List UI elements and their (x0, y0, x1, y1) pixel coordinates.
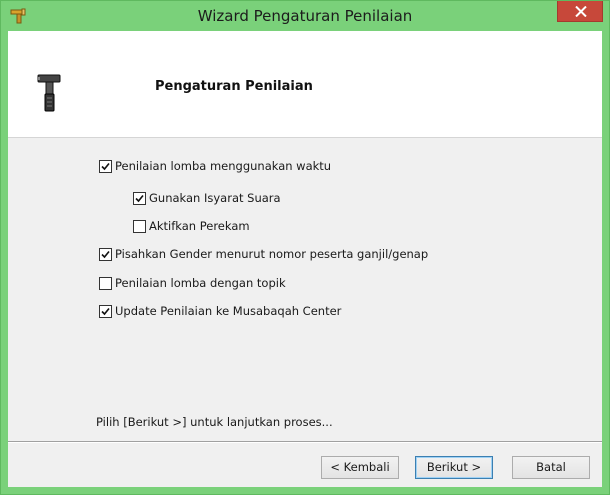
option-timed-judging[interactable]: Penilaian lomba menggunakan waktu (99, 158, 331, 174)
footer-divider (8, 441, 602, 443)
title-bar[interactable]: Wizard Pengaturan Penilaian (1, 1, 609, 31)
check-icon (101, 307, 110, 315)
wizard-header: Pengaturan Penilaian (8, 31, 602, 138)
option-label: Penilaian lomba dengan topik (115, 276, 286, 290)
option-topic-judging[interactable]: Penilaian lomba dengan topik (99, 275, 286, 291)
check-icon (101, 250, 110, 258)
next-button[interactable]: Berikut > (415, 456, 493, 479)
option-sound-signal[interactable]: Gunakan Isyarat Suara (133, 190, 281, 206)
option-label: Gunakan Isyarat Suara (149, 191, 281, 205)
page-title: Pengaturan Penilaian (155, 79, 313, 94)
option-label: Update Penilaian ke Musabaqah Center (115, 304, 342, 318)
checkbox[interactable] (133, 219, 146, 233)
cancel-button[interactable]: Batal (512, 456, 590, 479)
wizard-body: Pengaturan Penilaian Penilaian lomba men… (8, 31, 602, 487)
option-label: Penilaian lomba menggunakan waktu (115, 159, 332, 173)
back-button[interactable]: < Kembali (321, 456, 399, 479)
checkbox[interactable] (99, 159, 112, 173)
option-gender-split[interactable]: Pisahkan Gender menurut nomor peserta ga… (99, 246, 428, 262)
hammer-icon (35, 72, 63, 114)
option-label: Aktifkan Perekam (149, 219, 250, 233)
checkbox[interactable] (99, 247, 112, 261)
check-icon (101, 162, 110, 170)
wizard-window: Wizard Pengaturan Penilaian Pengaturan P (0, 0, 610, 495)
checkbox[interactable] (99, 276, 112, 290)
option-recorder[interactable]: Aktifkan Perekam (133, 218, 250, 234)
option-update-center[interactable]: Update Penilaian ke Musabaqah Center (99, 303, 341, 319)
checkbox[interactable] (99, 304, 112, 318)
option-label: Pisahkan Gender menurut nomor peserta ga… (115, 247, 429, 261)
close-button[interactable] (557, 1, 603, 22)
check-icon (135, 194, 144, 202)
window-title: Wizard Pengaturan Penilaian (197, 7, 413, 25)
checkbox[interactable] (133, 191, 146, 205)
close-icon (575, 6, 587, 17)
instruction-text: Pilih [Berikut >] untuk lanjutkan proses… (96, 415, 333, 429)
